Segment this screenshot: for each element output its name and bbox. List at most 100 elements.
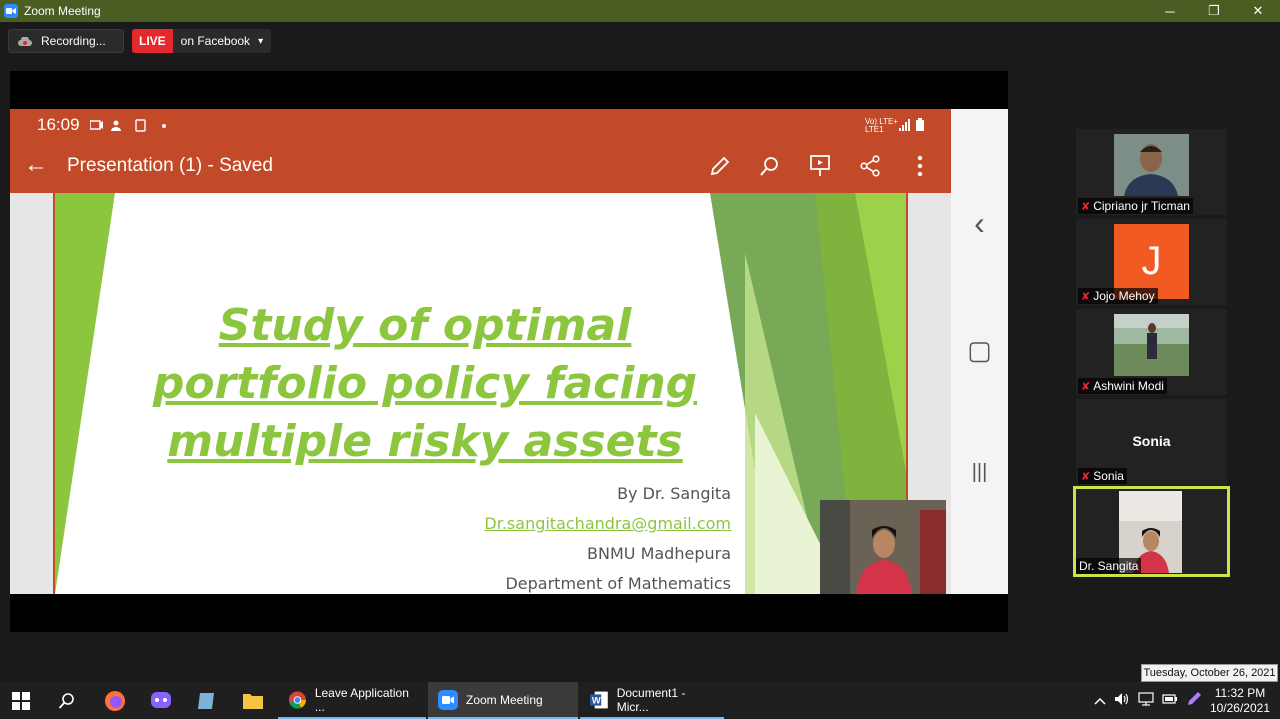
- chrome-icon: [288, 691, 306, 709]
- slide-title-line: portfolio policy facing: [152, 358, 698, 409]
- nav-back-button[interactable]: ‹: [951, 205, 1008, 242]
- mic-muted-icon: ✘: [1081, 290, 1091, 303]
- participant-tile[interactable]: ✘ Ashwini Modi: [1076, 309, 1227, 395]
- phone-time: 16:09: [37, 115, 80, 134]
- taskbar-clock[interactable]: 11:32 PM 10/26/2021: [1210, 686, 1270, 716]
- slide-viewport: Study of optimal portfolio policy facing…: [10, 193, 951, 594]
- participant-name: Ashwini Modi: [1093, 379, 1164, 393]
- participant-name: Cipriano jr Ticman: [1093, 199, 1190, 213]
- participant-name: Sonia: [1093, 469, 1124, 483]
- nav-home-button[interactable]: ▢: [951, 335, 1008, 366]
- slide-institution: BNMU Madhepura: [587, 544, 731, 563]
- participant-name-tag: ✘ Jojo Mehoy: [1078, 288, 1158, 304]
- recording-label: Recording...: [41, 34, 106, 48]
- search-icon: [58, 692, 74, 709]
- battery-icon[interactable]: [1162, 693, 1178, 708]
- status-icons: [89, 119, 168, 138]
- mic-muted-icon: ✘: [1081, 380, 1091, 393]
- taskbar-app-zoom[interactable]: Zoom Meeting: [428, 682, 578, 719]
- date-tooltip: Tuesday, October 26, 2021: [1141, 664, 1278, 682]
- present-icon[interactable]: [807, 151, 833, 181]
- clock-date: 10/26/2021: [1209, 700, 1270, 715]
- avatar-initial: J: [1141, 239, 1162, 283]
- close-button[interactable]: ✕: [1236, 0, 1280, 22]
- minimize-button[interactable]: ─: [1148, 0, 1192, 22]
- slide-author-block: By Dr. Sangita Dr.sangitachandra@gmail.c…: [484, 479, 731, 594]
- slide-department: Department of Mathematics: [505, 574, 731, 593]
- edit-pencil-icon[interactable]: [707, 151, 733, 181]
- taskbar-app-label: Zoom Meeting: [466, 692, 543, 707]
- slide-email: Dr.sangitachandra@gmail.com: [484, 514, 731, 533]
- android-nav-bar: ‹ ▢ |||: [951, 109, 1008, 594]
- slide-title: Study of optimal portfolio policy facing…: [135, 297, 715, 471]
- participant-name: Jojo Mehoy: [1093, 289, 1155, 303]
- participant-display-name: Sonia: [1132, 433, 1171, 449]
- clock-time: 11:32 PM: [1214, 685, 1266, 700]
- chat-app-icon: [151, 691, 171, 708]
- more-options-icon[interactable]: [907, 151, 933, 181]
- live-target: on Facebook: [180, 34, 251, 48]
- window-title: Zoom Meeting: [24, 4, 101, 18]
- slide-author: By Dr. Sangita: [617, 484, 731, 503]
- phone-network-status: Vo) LTE+ LTE1: [865, 117, 898, 134]
- recording-cloud-icon: [17, 36, 32, 46]
- notes-taskbar-button[interactable]: [196, 682, 218, 719]
- participant-tile[interactable]: Sonia ✘ Sonia: [1076, 399, 1227, 485]
- volume-icon[interactable]: [1114, 692, 1130, 709]
- signal-icon: [899, 118, 927, 137]
- pen-icon[interactable]: [1186, 691, 1202, 710]
- taskbar-app-word[interactable]: W Document1 - Micr...: [580, 682, 724, 719]
- network-icon[interactable]: [1138, 692, 1154, 709]
- search-icon[interactable]: [757, 151, 783, 181]
- windows-logo-icon: [12, 691, 30, 710]
- chevron-down-icon[interactable]: ▾: [258, 36, 263, 47]
- participant-tile[interactable]: ✘ Cipriano jr Ticman: [1076, 129, 1227, 215]
- participant-name: Dr. Sangita: [1079, 559, 1139, 573]
- participant-tile-active-speaker[interactable]: Dr. Sangita: [1073, 486, 1230, 577]
- firefox-taskbar-button[interactable]: [104, 682, 126, 719]
- restore-button[interactable]: ❐: [1192, 0, 1236, 22]
- presentation-slide: Study of optimal portfolio policy facing…: [53, 193, 908, 594]
- folder-icon: [243, 693, 263, 709]
- window-titlebar: Zoom Meeting ─ ❐ ✕: [0, 0, 1280, 22]
- shared-screen: 16:09 Vo) LTE+ LTE1 ← Presentation (1) -…: [10, 71, 1008, 632]
- participant-tile[interactable]: J ✘ Jojo Mehoy: [1076, 219, 1227, 305]
- zoom-logo-icon: [4, 4, 18, 18]
- mic-muted-icon: ✘: [1081, 200, 1091, 213]
- mic-muted-icon: ✘: [1081, 470, 1091, 483]
- taskbar-search-button[interactable]: [58, 682, 76, 719]
- taskbar-app-chrome[interactable]: Leave Application ...: [278, 682, 426, 719]
- participant-video: [1114, 314, 1189, 376]
- phone-status-bar: 16:09 Vo) LTE+ LTE1: [10, 109, 951, 141]
- file-explorer-taskbar-button[interactable]: [242, 682, 264, 719]
- svg-text:W: W: [592, 695, 601, 705]
- participant-name-tag: ✘ Cipriano jr Ticman: [1078, 198, 1193, 214]
- back-arrow-icon[interactable]: ←: [24, 151, 48, 179]
- participant-name-tag: Dr. Sangita: [1076, 558, 1142, 574]
- taskbar-app-label: Document1 - Micr...: [616, 685, 686, 714]
- presenter-camera-overlay: [820, 500, 946, 594]
- recording-indicator[interactable]: Recording...: [8, 29, 124, 53]
- slide-title-line: Study of optimal: [218, 300, 632, 351]
- firefox-icon: [105, 690, 125, 711]
- chevron-up-icon[interactable]: [1094, 694, 1106, 708]
- slide-title-line: multiple risky assets: [167, 416, 683, 467]
- live-badge: LIVE: [132, 29, 173, 53]
- presenter-video: [820, 500, 946, 594]
- participant-video: [1114, 134, 1189, 196]
- system-tray: 11:32 PM 10/26/2021: [1094, 682, 1280, 719]
- live-stream-control[interactable]: LIVE on Facebook ▾: [132, 29, 272, 53]
- windows-taskbar: Leave Application ... Zoom Meeting W Doc…: [0, 682, 1280, 719]
- notes-icon: [198, 692, 214, 709]
- participant-name-tag: ✘ Ashwini Modi: [1078, 378, 1167, 394]
- powerpoint-app-bar: ← Presentation (1) - Saved: [10, 141, 951, 193]
- share-icon[interactable]: [857, 151, 883, 181]
- start-button[interactable]: [12, 682, 34, 719]
- meeting-app-taskbar-button[interactable]: [150, 682, 172, 719]
- zoom-icon: [438, 689, 458, 710]
- taskbar-app-label: Leave Application ...: [314, 685, 409, 714]
- word-icon: W: [590, 691, 608, 708]
- meeting-toolbar: Recording... LIVE on Facebook ▾: [0, 22, 1280, 60]
- nav-recents-button[interactable]: |||: [951, 461, 1008, 484]
- document-title: Presentation (1) - Saved: [67, 155, 273, 176]
